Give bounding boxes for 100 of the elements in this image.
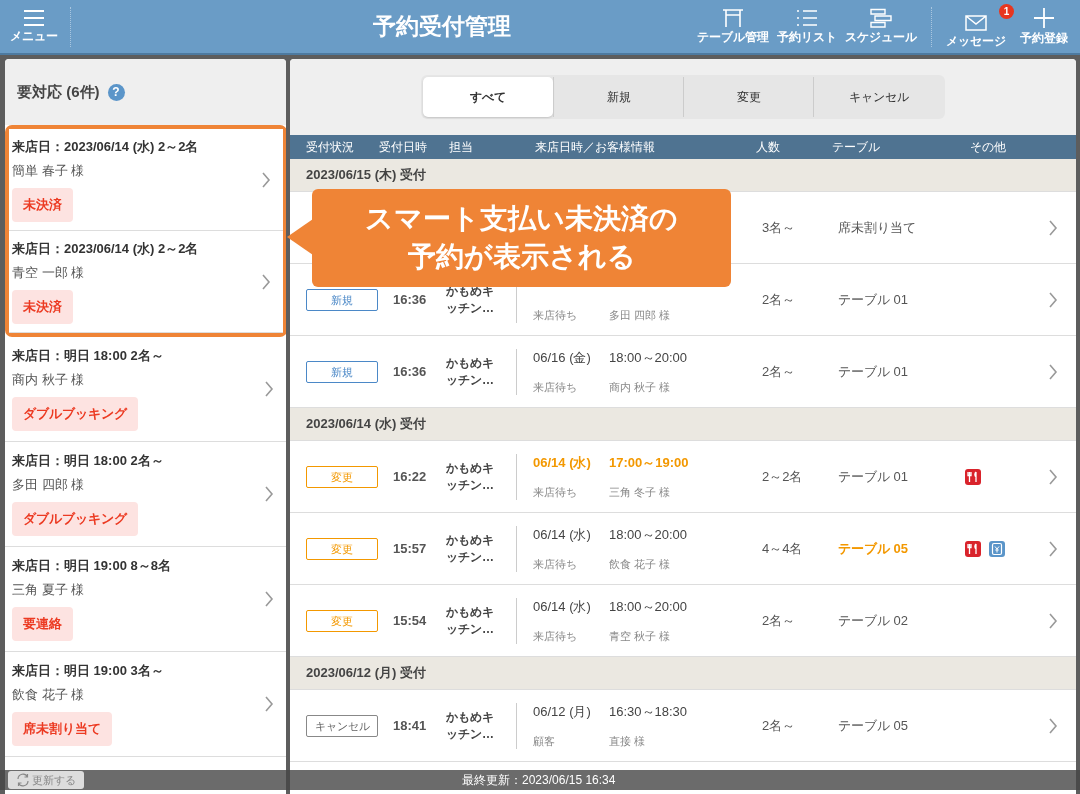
filter-tab[interactable]: 変更 <box>683 77 813 117</box>
group-date: 2023/06/12 (月) 受付 <box>306 664 426 682</box>
sidebar-title: 要対応 (6件) <box>17 82 100 102</box>
page-title: 予約受付管理 <box>373 12 511 41</box>
visit-info: 来店日：明日 18:00 2名～ <box>12 347 164 365</box>
filter-tab[interactable]: すべて <box>423 77 553 117</box>
customer-name: 簡単 春子 様 <box>12 161 85 180</box>
visit-time: 18:00～20:00 <box>609 597 688 616</box>
table-name: テーブル 01 <box>838 468 909 484</box>
last-updated: 最終更新：2023/06/15 16:34 <box>462 771 616 789</box>
reservation-row[interactable]: 変更 15:57 かもめキッチン… 06/14 (水) 18:00～20:00 来店待ち 飲食 花子 様 4～4名 テーブル 05 <box>290 513 1076 585</box>
visit-status: 来店待ち <box>533 484 578 500</box>
column-header: テーブル <box>832 138 880 156</box>
refresh-icon <box>16 773 30 787</box>
list-icon <box>795 7 819 28</box>
visit-status: 来店待ち <box>533 556 578 572</box>
received-time: 16:36 <box>393 364 427 379</box>
received-time: 16:36 <box>393 292 427 307</box>
column-header: 受付日時 <box>379 138 427 156</box>
visit-time: 18:00～20:00 <box>609 348 688 367</box>
party-size: 2名～ <box>762 612 796 628</box>
table-name: 席未割り当て <box>838 219 916 235</box>
status-tag: 席未割り当て <box>12 712 112 746</box>
visit-date: 06/12 (月) <box>533 702 592 721</box>
column-header: 受付状況 <box>306 138 354 156</box>
chevron-right-icon <box>264 381 274 397</box>
status-tag: ダブルブッキング <box>12 397 138 431</box>
column-header: 来店日時／お客様情報 <box>535 138 655 156</box>
visit-date: 06/16 (金) <box>533 348 592 367</box>
party-size: 3名～ <box>762 219 796 235</box>
party-size: 2～2名 <box>762 468 803 484</box>
table-name: テーブル 05 <box>838 540 909 556</box>
staff-name: かもめキッチン… <box>446 603 495 638</box>
status-badge: 新規 <box>306 288 378 311</box>
chevron-right-icon <box>264 591 274 607</box>
visit-status: 来店待ち <box>533 379 578 395</box>
filter-tab[interactable]: 新規 <box>553 77 683 117</box>
status-tag: 未決済 <box>12 187 73 222</box>
status-tag: 未決済 <box>12 289 73 324</box>
chevron-right-icon <box>1048 219 1058 236</box>
chevron-right-icon <box>1048 468 1058 485</box>
chevron-right-icon <box>1048 363 1058 380</box>
plus-icon <box>1033 6 1055 29</box>
received-time: 18:41 <box>393 718 427 733</box>
group-date: 2023/06/14 (水) 受付 <box>306 415 426 433</box>
customer-name: 青空 一郎 様 <box>12 263 85 282</box>
visit-info: 来店日：明日 19:00 3名～ <box>12 662 164 680</box>
status-badge: 変更 <box>306 609 378 632</box>
customer-name: 三角 冬子 様 <box>609 484 671 500</box>
chevron-right-icon <box>261 171 271 188</box>
customer-name: 直接 様 <box>609 733 646 749</box>
status-badge: キャンセル <box>306 714 378 737</box>
table-name: テーブル 01 <box>838 291 909 307</box>
staff-name: かもめキッチン… <box>446 708 495 743</box>
status-tag: 要連絡 <box>12 607 73 641</box>
received-time: 15:54 <box>393 613 427 628</box>
chevron-right-icon <box>261 273 271 290</box>
staff-name: かもめキッチン… <box>446 354 495 389</box>
party-size: 2名～ <box>762 291 796 307</box>
party-size: 2名～ <box>762 717 796 733</box>
reservation-row[interactable]: 変更 16:22 かもめキッチン… 06/14 (水) 17:00～19:00 来店待ち 三角 冬子 様 2～2名 テーブル 01 <box>290 441 1076 513</box>
status-badge: 変更 <box>306 465 378 488</box>
reservation-row[interactable]: キャンセル 18:41 かもめキッチン… 06/12 (月) 16:30～18:30 顧客 直接 様 2名～ テーブル 05 <box>290 690 1076 762</box>
visit-time: 16:30～18:30 <box>609 702 688 721</box>
customer-name: 飲食 花子 様 <box>609 556 671 572</box>
staff-name: かもめキッチン… <box>446 531 495 566</box>
visit-time: 17:00～19:00 <box>609 453 689 472</box>
visit-info: 来店日：2023/06/14 (水) 2～2名 <box>12 137 199 156</box>
customer-name: 多田 四郎 様 <box>12 476 85 494</box>
schedule-icon <box>869 7 893 28</box>
status-tag: ダブルブッキング <box>12 502 138 536</box>
received-time: 16:22 <box>393 469 427 484</box>
notification-badge: 1 <box>999 3 1014 19</box>
chevron-right-icon <box>1048 717 1058 734</box>
sidebar-item[interactable]: 来店日：2023/06/14 (水) 2～2名 簡単 春子 様 未決済 <box>9 129 283 231</box>
visit-time: 18:00～20:00 <box>609 525 688 544</box>
menu-icon <box>23 8 45 27</box>
visit-date: 06/14 (水) <box>533 453 592 472</box>
customer-name: 多田 四郎 様 <box>609 307 671 323</box>
visit-status: 来店待ち <box>533 628 578 644</box>
customer-name: 三角 夏子 様 <box>12 581 85 599</box>
chevron-right-icon <box>264 696 274 712</box>
received-time: 15:57 <box>393 541 427 556</box>
table-icon <box>721 7 745 28</box>
chevron-right-icon <box>1048 540 1058 557</box>
customer-name: 商内 秋子 様 <box>12 371 85 389</box>
chevron-right-icon <box>1048 291 1058 308</box>
visit-status: 顧客 <box>533 733 556 749</box>
visit-status: 来店待ち <box>533 307 578 323</box>
customer-name: 商内 秋子 様 <box>609 379 671 395</box>
message-button[interactable]: メッセージ 1 <box>942 3 1016 50</box>
chevron-right-icon <box>1048 612 1058 629</box>
chevron-right-icon <box>264 486 274 502</box>
table-name: テーブル 01 <box>838 363 909 379</box>
visit-info: 来店日：明日 18:00 2名～ <box>12 452 164 470</box>
table-name: テーブル 02 <box>838 612 909 628</box>
status-badge: 変更 <box>306 537 378 560</box>
table-name: テーブル 05 <box>838 717 909 733</box>
status-badge: 新規 <box>306 360 378 383</box>
filter-tab[interactable]: キャンセル <box>813 77 943 117</box>
